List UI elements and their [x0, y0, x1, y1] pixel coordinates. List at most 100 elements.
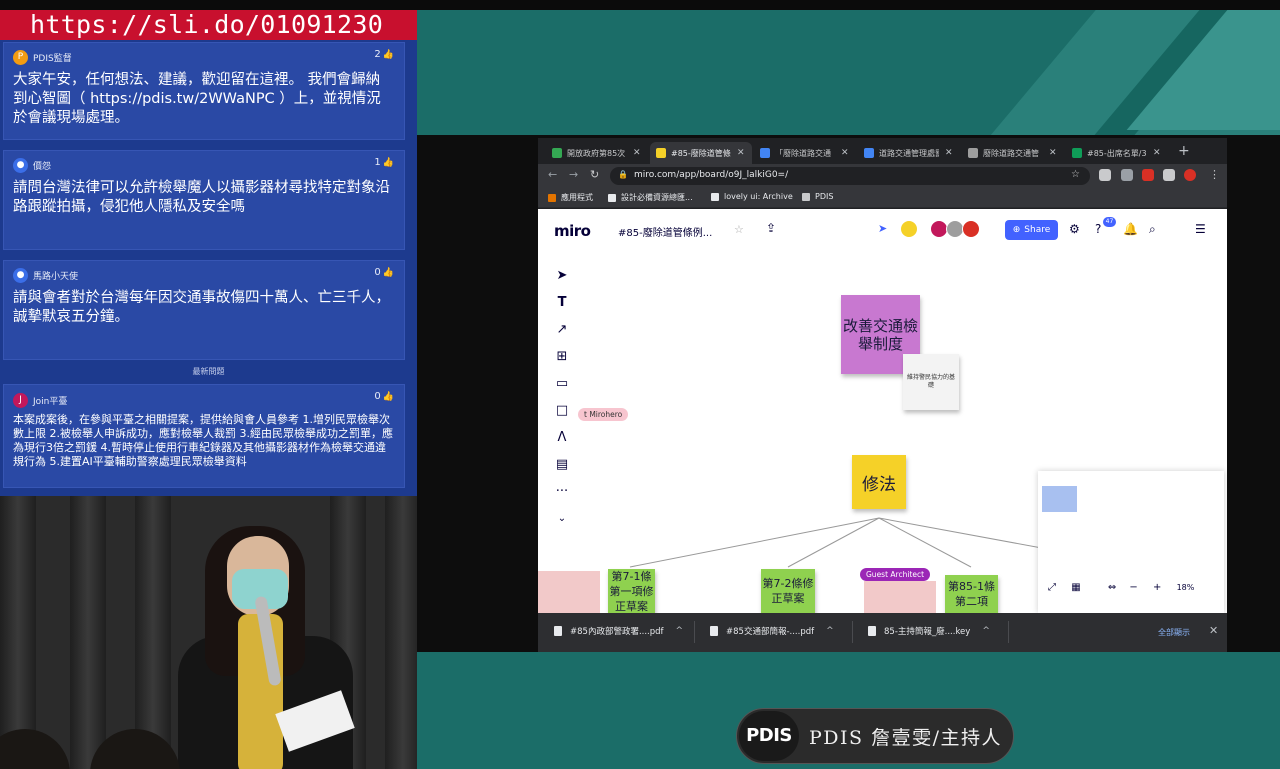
address-bar[interactable]: 🔒 miro.com/app/board/o9J_lalkiG0=/ ☆ — [610, 167, 1090, 185]
board-image[interactable] — [538, 571, 600, 613]
bookmark-item[interactable]: 應用程式 — [548, 192, 593, 203]
puzzle-icon[interactable] — [1163, 169, 1175, 181]
folder-icon — [802, 192, 810, 201]
author-avatar: ● — [13, 267, 28, 283]
reload-icon[interactable]: ↻ — [590, 168, 599, 181]
bookmarks-bar: 應用程式 設計必備資源總匯... lovely ui: Archive PDIS — [538, 188, 1227, 208]
board-image[interactable] — [864, 581, 936, 613]
lock-icon: 🔒 — [618, 170, 628, 179]
fullscreen-icon[interactable]: ⤢ — [1048, 582, 1056, 593]
file-icon — [554, 626, 562, 636]
minimap-viewport[interactable] — [1042, 486, 1077, 512]
question-text: 請問台灣法律可以允許檢舉魔人以攝影器材尋找特定對象沿路跟蹤拍攝，侵犯他人隱私及安… — [13, 180, 390, 215]
tab-favicon — [968, 148, 978, 158]
extension-icon[interactable] — [1121, 169, 1133, 181]
back-icon[interactable]: ← — [548, 168, 557, 181]
close-icon[interactable]: ✕ — [1209, 624, 1218, 637]
question-card[interactable]: ● 馬路小天使 0 👍 請與會者對於台灣每年因交通事故傷四十萬人、亡三千人，誠摯默… — [3, 260, 405, 360]
map-icon[interactable]: ▦ — [1071, 582, 1080, 593]
question-card[interactable]: P PDIS監督 2 👍 大家午安，任何想法、建議，歡迎留在這裡。 我們會歸納到心… — [3, 42, 405, 140]
tab-strip: 開放政府第85次 ✕ #85-廢除道管條 ✕ 「廢除道路交通 ✕ 道路交通管理處罰 ✕ … — [538, 138, 1227, 164]
question-author: 價怨 — [33, 161, 52, 172]
apps-grid-icon — [548, 193, 556, 202]
slido-join-url: https://sli.do/01091230 — [0, 10, 417, 40]
forward-icon[interactable]: → — [569, 168, 578, 181]
chevron-up-icon[interactable]: ^ — [676, 626, 684, 636]
question-text: 本案成案後，在參與平臺之相關提案，提供給與會人員參考 1.增列民眾檢舉次數上限 … — [13, 413, 393, 468]
author-avatar: J — [13, 392, 28, 408]
sticky-note-small[interactable]: 維持警民協力的基礎 — [903, 354, 959, 410]
pdis-logo: PDIS — [739, 711, 799, 761]
curtain — [0, 496, 36, 769]
sticky-note-green[interactable]: 第85-1條第二項 — [945, 575, 998, 613]
miro-board[interactable]: miro #85-廢除道管條例... ☆ ⇪ ➤ ⊕ Share ⚙ ? 47 🔔… — [538, 209, 1227, 613]
tab-favicon — [656, 148, 666, 158]
download-item[interactable]: 85-主持簡報_廢....key ^ — [868, 625, 990, 637]
profile-icon[interactable] — [1184, 169, 1196, 181]
browser-tab-active[interactable]: #85-廢除道管條 ✕ — [650, 142, 752, 164]
close-tab-icon[interactable]: ✕ — [633, 148, 641, 158]
audience-head — [0, 729, 70, 769]
like-count[interactable]: 0 👍 — [374, 267, 394, 278]
thumbs-up-icon: 👍 — [382, 158, 394, 168]
author-avatar: P — [13, 49, 28, 65]
sticky-note-law[interactable]: 修法 — [852, 455, 906, 509]
like-count[interactable]: 0 👍 — [374, 391, 394, 402]
user-cursor-label: t Mirohero — [578, 408, 629, 421]
like-count[interactable]: 1 👍 — [374, 157, 394, 168]
file-icon — [710, 626, 718, 636]
extension-icon[interactable] — [1142, 169, 1154, 181]
question-text: 請與會者對於台灣每年因交通事故傷四十萬人、亡三千人，誠摯默哀五分鐘。 — [13, 290, 390, 325]
bookmark-item[interactable]: lovely ui: Archive — [711, 192, 793, 201]
question-card[interactable]: ● 價怨 1 👍 請問台灣法律可以允許檢舉魔人以攝影器材尋找特定對象沿路跟蹤拍攝，… — [3, 150, 405, 250]
close-tab-icon[interactable]: ✕ — [1153, 148, 1161, 158]
browser-tab[interactable]: #85-出席名單/3 ✕ — [1066, 142, 1166, 164]
zoom-in-icon[interactable]: + — [1153, 582, 1161, 593]
sticky-note-green[interactable]: 第7-1條第一項修正草案 — [608, 569, 655, 613]
speaker-caption: PDIS 詹壹雯/主持人 — [809, 727, 1002, 749]
chevron-up-icon[interactable]: ^ — [826, 626, 834, 636]
curtain — [70, 496, 106, 769]
question-author: PDIS監督 — [33, 53, 72, 64]
thumbs-up-icon: 👍 — [382, 392, 394, 402]
recent-questions-label: 最新問題 — [192, 367, 225, 376]
zoom-controls: ⤢ ▦ ⇔ − + 18% — [1048, 582, 1194, 593]
extension-icon[interactable] — [1099, 169, 1111, 181]
chevron-up-icon[interactable]: ^ — [982, 626, 990, 636]
user-cursor-label: Guest Architect — [860, 568, 931, 581]
browser-tab[interactable]: 開放政府第85次 ✕ — [546, 142, 646, 164]
browser-tab[interactable]: 道路交通管理處罰 ✕ — [858, 142, 958, 164]
download-item[interactable]: #85交通部簡報-....pdf ^ — [710, 625, 834, 637]
bookmark-favicon — [711, 192, 719, 201]
zoom-level[interactable]: 18% — [1177, 583, 1195, 592]
close-tab-icon[interactable]: ✕ — [841, 148, 849, 158]
bookmark-item[interactable]: 設計必備資源總匯... — [608, 192, 693, 203]
download-item[interactable]: #85內政部警政署....pdf ^ — [554, 625, 683, 637]
close-tab-icon[interactable]: ✕ — [945, 148, 953, 158]
close-tab-icon[interactable]: ✕ — [1049, 148, 1057, 158]
curtain — [135, 496, 171, 769]
top-black-bar — [0, 0, 417, 10]
lower-third-badge: PDIS PDIS 詹壹雯/主持人 — [736, 708, 1014, 764]
browser-tab[interactable]: 廢除道路交通管 ✕ — [962, 142, 1062, 164]
menu-dots-icon[interactable]: ⋮ — [1209, 168, 1220, 181]
fit-width-icon[interactable]: ⇔ — [1108, 582, 1116, 593]
author-avatar: ● — [13, 157, 28, 173]
new-tab-icon[interactable]: + — [1178, 143, 1190, 159]
browser-tab[interactable]: 「廢除道路交通 ✕ — [754, 142, 854, 164]
question-card[interactable]: J Join平臺 0 👍 本案成案後，在參與平臺之相關提案，提供給與會人員參考 1… — [3, 384, 405, 488]
thumbs-up-icon: 👍 — [382, 50, 394, 60]
tab-favicon — [552, 148, 562, 158]
bookmark-item[interactable]: PDIS — [802, 192, 833, 201]
divider — [1008, 621, 1009, 643]
like-count[interactable]: 2 👍 — [374, 49, 394, 60]
slido-panel: https://sli.do/01091230 P PDIS監督 2 👍 大家午安… — [0, 0, 417, 496]
question-text: 大家午安，任何想法、建議，歡迎留在這裡。 我們會歸納到心智圖（ https://… — [13, 72, 381, 126]
zoom-out-icon[interactable]: − — [1129, 582, 1137, 593]
sticky-note-green[interactable]: 第7-2條修正草案 — [761, 569, 815, 613]
close-tab-icon[interactable]: ✕ — [737, 148, 745, 158]
tab-favicon — [1072, 148, 1082, 158]
divider — [852, 621, 853, 643]
show-all-downloads[interactable]: 全部顯示 — [1158, 627, 1190, 638]
bookmark-star-icon[interactable]: ☆ — [1071, 169, 1080, 180]
